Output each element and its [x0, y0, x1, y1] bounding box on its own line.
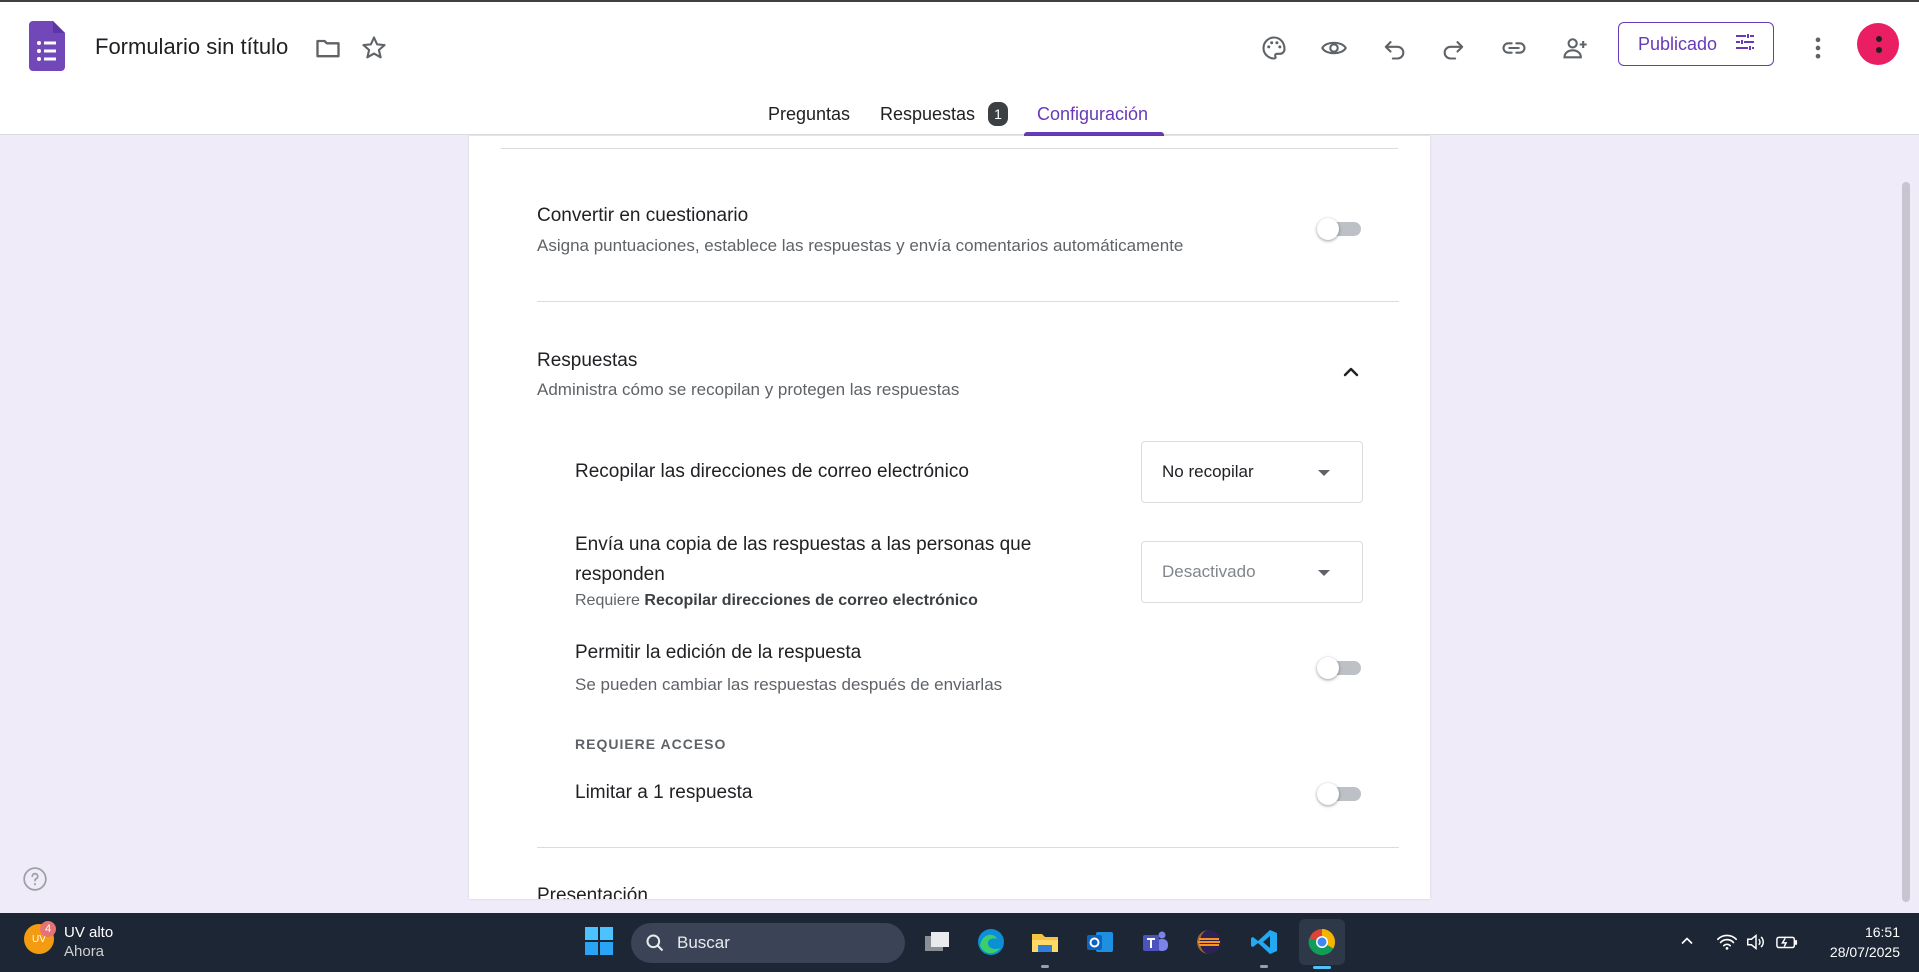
- eclipse-ide-icon[interactable]: [1190, 923, 1228, 961]
- quiz-setting-title: Convertir en cuestionario: [537, 205, 749, 226]
- divider: [537, 847, 1399, 848]
- requires-access-heading: REQUIERE ACCESO: [575, 736, 727, 752]
- limit-one-label: Limitar a 1 respuesta: [575, 782, 753, 803]
- help-icon[interactable]: [22, 866, 48, 892]
- search-icon: [646, 934, 664, 952]
- tune-icon: [1733, 30, 1757, 59]
- windows-start-icon[interactable]: [584, 926, 614, 956]
- search-placeholder: Buscar: [677, 933, 730, 952]
- quiz-toggle[interactable]: [1317, 216, 1361, 240]
- divider: [501, 148, 1398, 149]
- presentation-section-title: Presentación: [537, 885, 648, 899]
- folder-icon[interactable]: [314, 34, 342, 62]
- form-title[interactable]: Formulario sin título: [95, 34, 288, 60]
- running-indicator: [1260, 965, 1268, 968]
- forms-logo-icon[interactable]: [29, 21, 65, 71]
- link-icon[interactable]: [1494, 28, 1534, 68]
- teams-icon[interactable]: [1136, 923, 1174, 961]
- collect-emails-label: Recopilar las direcciones de correo elec…: [575, 461, 969, 482]
- palette-icon[interactable]: [1254, 28, 1294, 68]
- clock-date: 28/07/2025: [1829, 944, 1900, 960]
- tab-settings[interactable]: Configuración: [1037, 104, 1148, 125]
- clock-time: 16:51: [1864, 924, 1900, 940]
- collapse-chevron-icon[interactable]: [1339, 360, 1363, 384]
- vscode-icon[interactable]: [1245, 923, 1283, 968]
- add-collaborator-icon[interactable]: [1555, 28, 1595, 68]
- quiz-setting-description: Asigna puntuaciones, establece las respu…: [537, 236, 1184, 255]
- responses-count-badge: 1: [988, 102, 1008, 126]
- collect-emails-value: No recopilar: [1162, 462, 1254, 481]
- weather-badge: 4: [40, 921, 56, 937]
- send-copy-select[interactable]: Desactivado: [1141, 541, 1363, 603]
- battery-icon[interactable]: [1775, 931, 1799, 958]
- windows-taskbar: UV 4 UV alto Ahora Buscar 16:51 28/07/20…: [0, 913, 1919, 972]
- published-button[interactable]: Publicado: [1618, 22, 1774, 66]
- divider: [537, 301, 1399, 302]
- star-icon[interactable]: [360, 34, 388, 62]
- active-window-indicator: [1313, 966, 1331, 969]
- taskbar-search[interactable]: Buscar: [631, 923, 905, 963]
- preview-icon[interactable]: [1314, 28, 1354, 68]
- file-explorer-icon[interactable]: [1026, 923, 1064, 968]
- tab-responses[interactable]: Respuestas: [880, 104, 975, 125]
- send-copy-value: Desactivado: [1162, 562, 1256, 581]
- allow-edit-toggle[interactable]: [1317, 655, 1361, 679]
- chrome-icon[interactable]: [1299, 919, 1345, 969]
- wifi-icon[interactable]: [1716, 931, 1738, 958]
- weather-widget[interactable]: UV alto Ahora: [64, 923, 113, 961]
- page-scrollbar[interactable]: [1902, 182, 1910, 902]
- task-view-icon[interactable]: [918, 923, 956, 961]
- volume-icon[interactable]: [1745, 931, 1767, 958]
- dropdown-arrow-icon: [1318, 470, 1330, 476]
- weather-subtitle: Ahora: [64, 943, 105, 960]
- show-hidden-icons-chevron-icon[interactable]: [1677, 931, 1697, 956]
- collect-emails-select[interactable]: No recopilar: [1141, 441, 1363, 503]
- allow-edit-label: Permitir la edición de la respuesta: [575, 642, 862, 663]
- outlook-icon[interactable]: [1081, 923, 1119, 961]
- limit-one-toggle[interactable]: [1317, 781, 1361, 805]
- dropdown-arrow-icon: [1318, 570, 1330, 576]
- published-label: Publicado: [1638, 33, 1718, 54]
- responses-section-description: Administra cómo se recopilan y protegen …: [537, 380, 960, 399]
- requirement-prefix: Requiere: [575, 592, 640, 609]
- undo-icon[interactable]: [1374, 28, 1414, 68]
- tab-questions[interactable]: Preguntas: [768, 104, 850, 125]
- system-clock[interactable]: 16:51 28/07/2025: [1810, 922, 1900, 962]
- send-copy-label: Envía una copia de las respuestas a las …: [575, 534, 1032, 585]
- allow-edit-description: Se pueden cambiar las respuestas después…: [575, 675, 1003, 694]
- redo-icon[interactable]: [1434, 28, 1474, 68]
- avatar[interactable]: [1857, 23, 1899, 65]
- tab-bar: Preguntas Respuestas 1 Configuración: [0, 98, 1919, 136]
- edge-browser-icon[interactable]: [972, 923, 1010, 961]
- more-vert-icon[interactable]: [1798, 28, 1838, 68]
- settings-card: Convertir en cuestionario Asigna puntuac…: [469, 136, 1430, 899]
- weather-title: UV alto: [64, 924, 114, 941]
- running-indicator: [1041, 965, 1049, 968]
- send-copy-requirement: Requiere Recopilar direcciones de correo…: [575, 592, 978, 610]
- responses-section-title: Respuestas: [537, 350, 638, 371]
- app-header: Formulario sin título Publicado Pregunta…: [0, 0, 1919, 136]
- requirement-setting-name: Recopilar direcciones de correo electrón…: [644, 592, 978, 609]
